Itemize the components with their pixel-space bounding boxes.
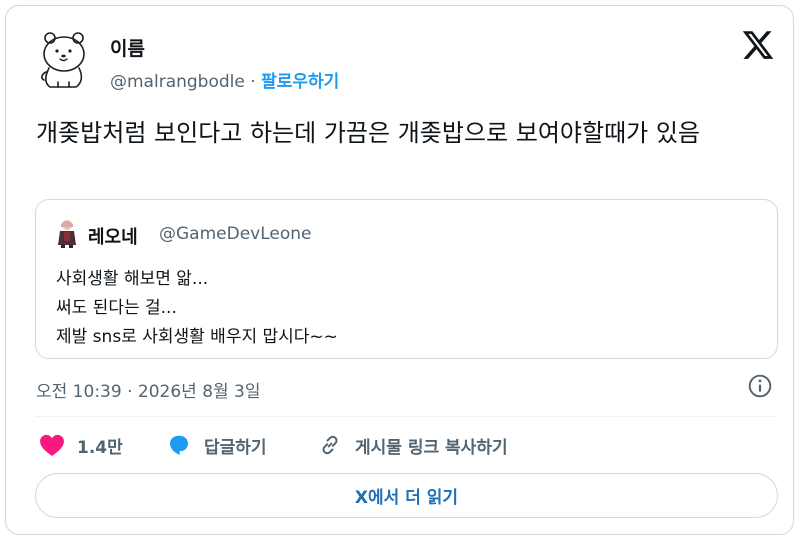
quote-handle: @GameDevLeone (159, 224, 312, 244)
author-display-name[interactable]: 이름 (110, 34, 145, 61)
copy-link-button[interactable]: 게시물 링크 복사하기 (317, 430, 508, 460)
quote-avatar (58, 220, 76, 248)
quote-text-line: 사회생활 해보면 앎... (56, 269, 209, 289)
quote-text-line: 써도 된다는 걸... (56, 298, 177, 318)
heart-icon (40, 434, 64, 457)
separator-dot: · (244, 72, 262, 92)
x-logo-icon[interactable] (741, 28, 775, 62)
like-count: 1.4만 (77, 437, 123, 458)
tweet-text: 개좆밥처럼 보인다고 하는데 가끔은 개좆밥으로 보여야할때가 있음 (36, 119, 701, 147)
copy-link-label: 게시물 링크 복사하기 (355, 437, 508, 458)
quote-text-line: 제발 sns로 사회생활 배우지 맙시다~~ (56, 327, 338, 347)
quoted-tweet[interactable]: 레오네 @GameDevLeone 사회생활 해보면 앎... 써도 된다는 걸… (35, 199, 778, 359)
reply-label: 답글하기 (204, 437, 267, 458)
quote-display-name: 레오네 (88, 227, 138, 248)
link-icon (322, 435, 338, 455)
divider (36, 416, 776, 417)
info-icon[interactable] (747, 373, 773, 399)
tweet-timestamp[interactable]: 오전 10:39 · 2026년 8월 3일 (36, 377, 261, 402)
read-more-button[interactable]: X에서 더 읽기 (35, 473, 778, 518)
author-handle-row: @malrangbodle · 팔로우하기 (110, 67, 339, 92)
reply-bubble-icon (170, 435, 188, 455)
reply-button[interactable]: 답글하기 (166, 430, 267, 460)
like-button[interactable]: 1.4만 (39, 430, 123, 460)
follow-button[interactable]: 팔로우하기 (261, 72, 339, 92)
tweet-embed-card: 이름 @malrangbodle · 팔로우하기 개좆밥처럼 보인다고 하는데 … (5, 5, 794, 535)
author-handle[interactable]: @malrangbodle (110, 72, 245, 92)
bear-icon[interactable] (36, 28, 100, 92)
